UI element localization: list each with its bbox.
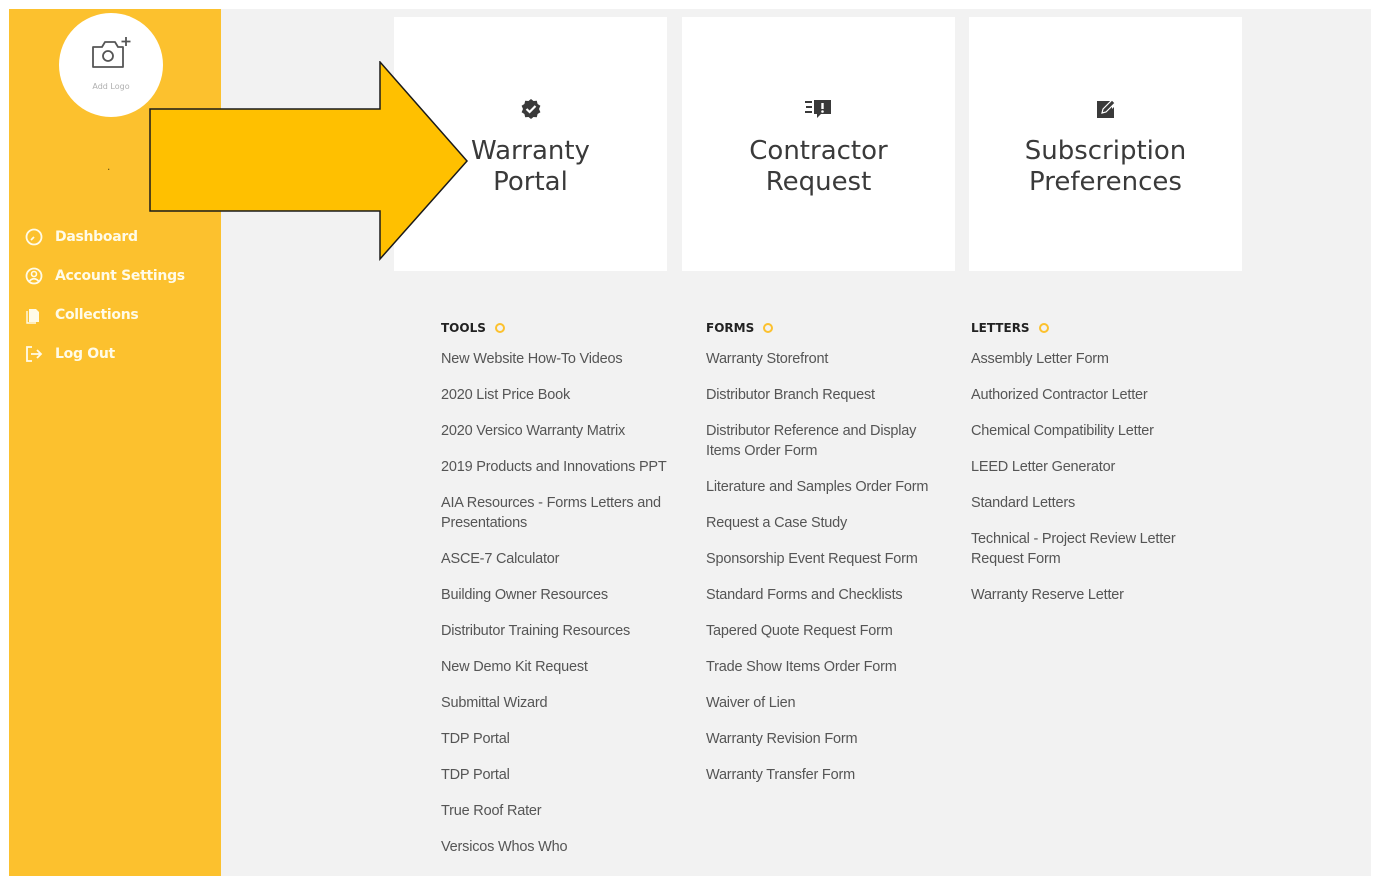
tools-link[interactable]: New Demo Kit Request bbox=[441, 657, 671, 677]
forms-link[interactable]: Warranty Transfer Form bbox=[706, 765, 936, 785]
edit-note-icon bbox=[1096, 99, 1116, 118]
forms-heading: FORMS bbox=[706, 321, 755, 335]
letters-dot-icon bbox=[1038, 323, 1049, 333]
tools-link[interactable]: 2020 List Price Book bbox=[441, 385, 671, 405]
letters-link[interactable]: Standard Letters bbox=[971, 493, 1201, 513]
collections-document-icon bbox=[26, 308, 39, 324]
tools-column: TOOLS New Website How-To Videos 2020 Lis… bbox=[441, 317, 681, 873]
sidebar-item-log-out[interactable]: Log Out bbox=[24, 334, 185, 373]
forms-link[interactable]: Standard Forms and Checklists bbox=[706, 585, 936, 605]
check-badge-icon bbox=[521, 99, 540, 119]
letters-link[interactable]: Technical - Project Review Letter Reques… bbox=[971, 529, 1201, 569]
forms-link[interactable]: Literature and Samples Order Form bbox=[706, 477, 936, 497]
tools-link[interactable]: Submittal Wizard bbox=[441, 693, 671, 713]
letters-heading: LETTERS bbox=[971, 321, 1030, 335]
tools-dot-icon bbox=[494, 323, 505, 333]
forms-link[interactable]: Request a Case Study bbox=[706, 513, 936, 533]
tools-link[interactable]: True Roof Rater bbox=[441, 801, 671, 821]
letters-link[interactable]: Assembly Letter Form bbox=[971, 349, 1201, 369]
tools-link[interactable]: Building Owner Resources bbox=[441, 585, 671, 605]
sidebar-item-label: Log Out bbox=[55, 345, 115, 362]
request-chat-icon bbox=[804, 100, 831, 118]
tools-link[interactable]: TDP Portal bbox=[441, 765, 671, 785]
sidebar-item-collections[interactable]: Collections bbox=[24, 295, 185, 334]
annotation-arrow bbox=[149, 61, 469, 261]
dashboard-gauge-icon bbox=[25, 228, 43, 245]
tools-link[interactable]: 2020 Versico Warranty Matrix bbox=[441, 421, 671, 441]
card-title: Contractor Request bbox=[749, 136, 888, 197]
add-logo-button[interactable]: Add Logo bbox=[59, 13, 163, 117]
forms-link[interactable]: Tapered Quote Request Form bbox=[706, 621, 936, 641]
letters-column: LETTERS Assembly Letter Form Authorized … bbox=[971, 317, 1211, 621]
letters-links: Assembly Letter Form Authorized Contract… bbox=[971, 349, 1211, 605]
forms-link[interactable]: Warranty Storefront bbox=[706, 349, 936, 369]
forms-link[interactable]: Sponsorship Event Request Form bbox=[706, 549, 936, 569]
account-user-icon bbox=[25, 267, 43, 284]
tools-link[interactable]: Versicos Whos Who bbox=[441, 837, 671, 857]
tools-link[interactable]: ASCE-7 Calculator bbox=[441, 549, 671, 569]
forms-link[interactable]: Distributor Branch Request bbox=[706, 385, 936, 405]
tools-heading: TOOLS bbox=[441, 321, 486, 335]
logout-icon bbox=[26, 345, 43, 362]
user-name: . bbox=[107, 159, 111, 173]
subscription-preferences-card[interactable]: Subscription Preferences bbox=[969, 17, 1242, 271]
tools-link[interactable]: Distributor Training Resources bbox=[441, 621, 671, 641]
forms-link[interactable]: Waiver of Lien bbox=[706, 693, 936, 713]
forms-link[interactable]: Trade Show Items Order Form bbox=[706, 657, 936, 677]
letters-link[interactable]: Chemical Compatibility Letter bbox=[971, 421, 1201, 441]
forms-column: FORMS Warranty Storefront Distributor Br… bbox=[706, 317, 946, 801]
contractor-request-card[interactable]: Contractor Request bbox=[682, 17, 955, 271]
forms-link[interactable]: Distributor Reference and Display Items … bbox=[706, 421, 936, 461]
tools-links: New Website How-To Videos 2020 List Pric… bbox=[441, 349, 681, 857]
app-frame: Add Logo . Dashboard Account Settings Co… bbox=[9, 9, 1371, 876]
tools-link[interactable]: 2019 Products and Innovations PPT bbox=[441, 457, 671, 477]
letters-link[interactable]: LEED Letter Generator bbox=[971, 457, 1201, 477]
camera-plus-icon bbox=[92, 37, 131, 68]
letters-link[interactable]: Authorized Contractor Letter bbox=[971, 385, 1201, 405]
forms-dot-icon bbox=[763, 323, 774, 333]
letters-link[interactable]: Warranty Reserve Letter bbox=[971, 585, 1201, 605]
tools-link[interactable]: New Website How-To Videos bbox=[441, 349, 671, 369]
sidebar-item-label: Collections bbox=[55, 306, 139, 323]
sidebar-item-label: Dashboard bbox=[55, 228, 138, 245]
add-logo-label: Add Logo bbox=[92, 82, 130, 91]
card-title: Subscription Preferences bbox=[1024, 136, 1187, 197]
forms-link[interactable]: Warranty Revision Form bbox=[706, 729, 936, 749]
forms-links: Warranty Storefront Distributor Branch R… bbox=[706, 349, 946, 785]
tools-link[interactable]: AIA Resources - Forms Letters and Presen… bbox=[441, 493, 671, 533]
tools-link[interactable]: TDP Portal bbox=[441, 729, 671, 749]
